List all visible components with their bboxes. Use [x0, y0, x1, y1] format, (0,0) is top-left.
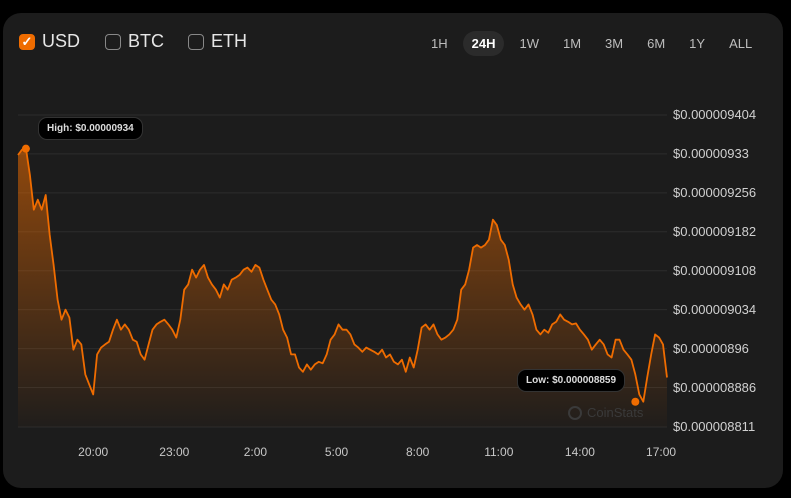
- y-tick-label: $0.000009182: [673, 223, 757, 239]
- x-tick-label: 11:00: [484, 445, 514, 459]
- high-tooltip: High: $0.00000934: [38, 117, 143, 140]
- y-tick-label: $0.000008886: [673, 379, 757, 395]
- x-tick-label: 2:00: [243, 445, 268, 459]
- coinstats-logo-icon: [568, 405, 582, 420]
- y-tick-label: $0.000009108: [673, 262, 757, 278]
- watermark-text: CoinStats: [587, 405, 644, 420]
- y-tick-label: $0.000009404: [673, 107, 757, 122]
- y-tick-label: $0.000009256: [673, 184, 757, 200]
- x-tick-label: 5:00: [324, 445, 349, 459]
- y-tick-label: $0.000008811: [673, 419, 756, 434]
- coinstats-watermark: CoinStats: [568, 405, 643, 420]
- x-tick-label: 23:00: [159, 445, 190, 459]
- x-tick-label: 20:00: [78, 445, 109, 459]
- y-tick-label: $0.000009034: [673, 301, 757, 317]
- x-tick-label: 8:00: [405, 445, 430, 459]
- y-tick-label: $0.00000896: [673, 340, 749, 356]
- y-tick-label: $0.00000933: [673, 145, 749, 161]
- high-point-marker: [21, 144, 30, 153]
- x-tick-label: 17:00: [646, 445, 677, 459]
- x-tick-label: 14:00: [564, 445, 595, 459]
- low-tooltip: Low: $0.000008859: [517, 369, 626, 392]
